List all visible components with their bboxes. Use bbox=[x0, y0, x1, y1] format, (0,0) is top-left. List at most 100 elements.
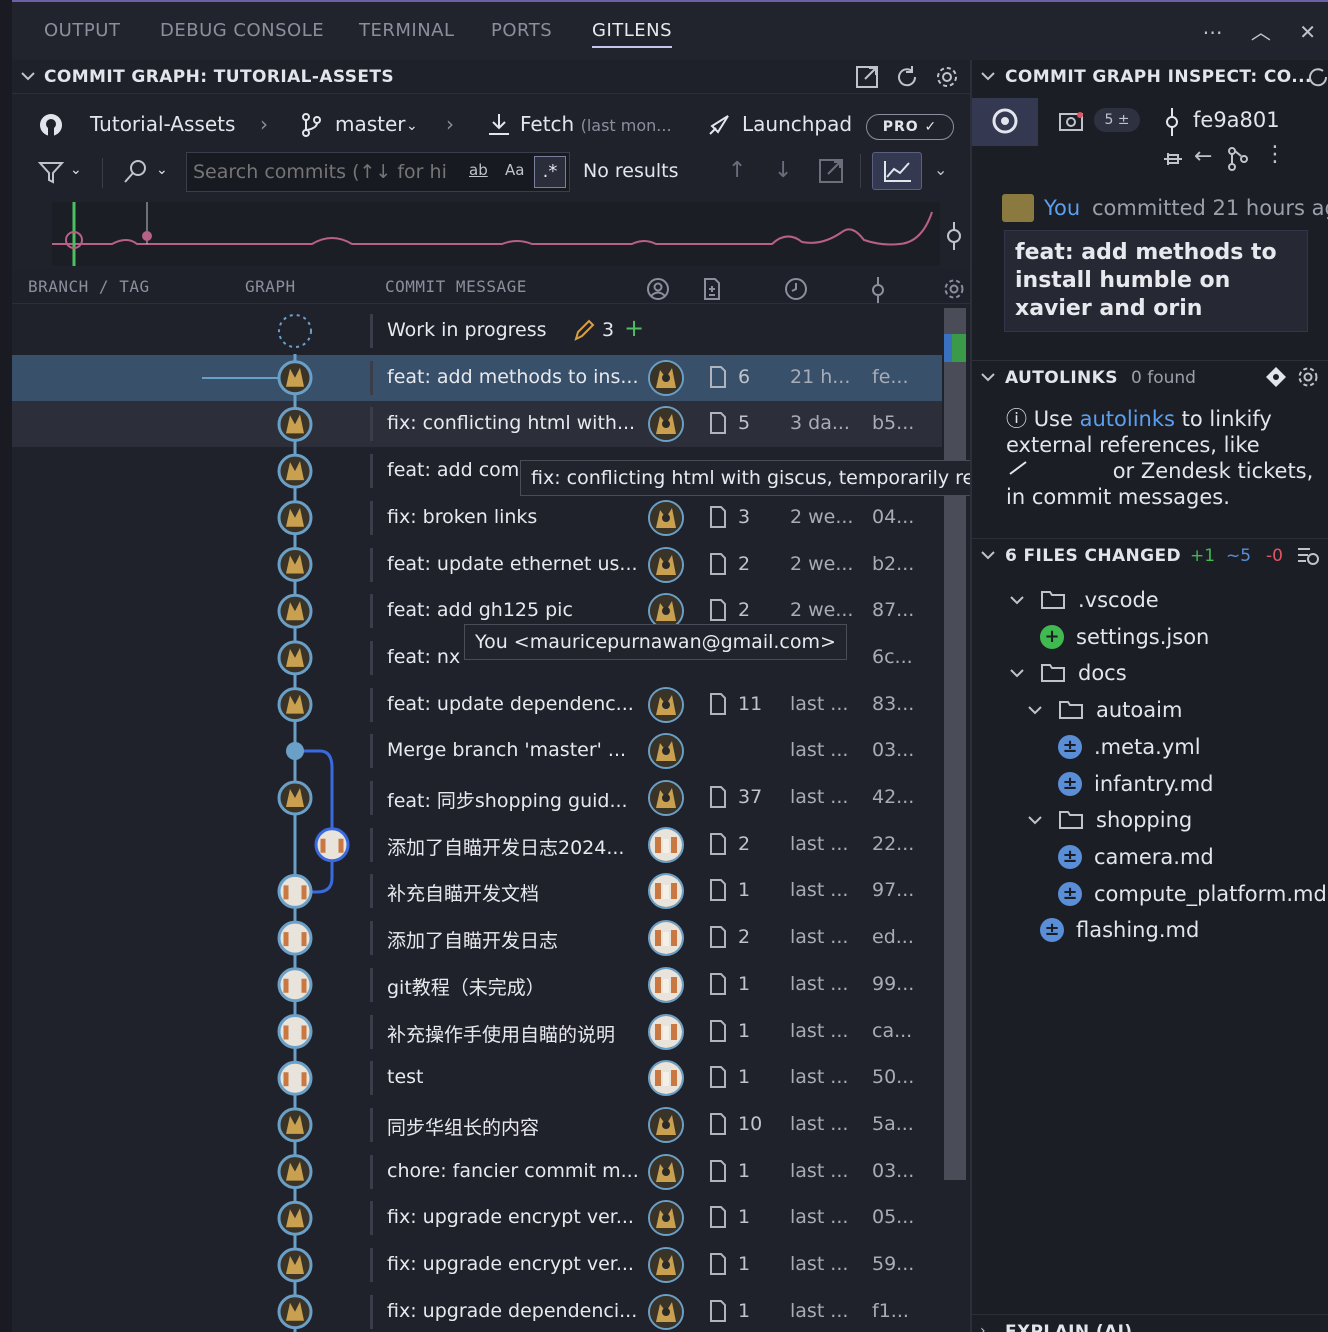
commit-node[interactable] bbox=[277, 593, 313, 629]
folder-chevron-icon[interactable] bbox=[1008, 590, 1026, 614]
minimap-toggle-button[interactable] bbox=[872, 152, 922, 190]
refresh-icon[interactable] bbox=[1306, 64, 1328, 94]
tab-terminal[interactable]: TERMINAL bbox=[359, 20, 455, 41]
branch-selector[interactable]: master bbox=[335, 112, 406, 136]
open-results-icon[interactable] bbox=[818, 158, 844, 190]
author-avatar[interactable] bbox=[648, 359, 684, 396]
commit-node[interactable] bbox=[277, 453, 313, 489]
collapse-chevron-icon[interactable] bbox=[980, 369, 996, 389]
compare-icon[interactable] bbox=[1226, 146, 1250, 176]
folder-chevron-icon[interactable] bbox=[1026, 810, 1044, 834]
branch-dropdown-icon[interactable]: ⌄ bbox=[406, 118, 418, 134]
author-avatar[interactable] bbox=[648, 686, 684, 723]
search-dropdown-icon[interactable]: ⌄ bbox=[156, 162, 168, 178]
search-field[interactable]: ab Aa bbox=[186, 152, 570, 192]
pin-icon[interactable] bbox=[1160, 146, 1186, 176]
match-case-button[interactable]: Aa bbox=[505, 161, 524, 179]
launchpad-button[interactable]: Launchpad bbox=[742, 112, 852, 136]
repo-name[interactable]: Tutorial-Assets bbox=[90, 112, 235, 136]
search-input[interactable] bbox=[193, 159, 457, 185]
author-avatar[interactable] bbox=[648, 780, 684, 816]
maximize-panel-icon[interactable]: ︿ bbox=[1251, 20, 1271, 44]
folder-name[interactable]: autoaim bbox=[1096, 698, 1182, 722]
author-avatar[interactable] bbox=[648, 1106, 684, 1143]
tab-debug-console[interactable]: DEBUG CONSOLE bbox=[160, 20, 324, 41]
tab-output[interactable]: OUTPUT bbox=[44, 20, 120, 41]
author-avatar[interactable] bbox=[648, 1293, 684, 1330]
filter-icon[interactable] bbox=[37, 160, 66, 191]
folder-name[interactable]: shopping bbox=[1096, 808, 1192, 832]
author-avatar[interactable] bbox=[648, 1060, 684, 1097]
commit-node[interactable] bbox=[277, 1154, 313, 1190]
commit-graph-header[interactable]: COMMIT GRAPH: TUTORIAL-ASSETS bbox=[12, 60, 970, 94]
back-arrow-icon[interactable]: ← bbox=[1194, 144, 1212, 169]
files-changed-header[interactable]: 6 FILES CHANGED +1 ~5 -0 bbox=[972, 538, 1328, 572]
sha-column-icon[interactable] bbox=[868, 277, 888, 307]
commit-node[interactable] bbox=[277, 640, 313, 676]
commit-node[interactable] bbox=[277, 1200, 313, 1236]
author-avatar[interactable] bbox=[648, 920, 684, 957]
commit-node[interactable] bbox=[277, 1060, 313, 1096]
more-actions-icon[interactable]: ⋯ bbox=[1203, 20, 1223, 44]
author-avatar[interactable] bbox=[648, 1247, 684, 1283]
folder-chevron-icon[interactable] bbox=[1026, 700, 1044, 724]
pro-badge[interactable]: PRO ✓ bbox=[866, 114, 954, 140]
previous-result-icon[interactable]: ↑ bbox=[728, 158, 746, 183]
commit-minimap[interactable] bbox=[52, 202, 940, 266]
author-avatar[interactable] bbox=[648, 546, 684, 583]
tab-ports[interactable]: PORTS bbox=[491, 20, 552, 41]
collapse-chevron-icon[interactable] bbox=[980, 68, 996, 88]
commit-node[interactable] bbox=[277, 873, 313, 909]
column-settings-gear-icon[interactable] bbox=[942, 277, 966, 305]
search-icon[interactable] bbox=[122, 158, 150, 191]
view-as-list-icon[interactable] bbox=[1296, 544, 1320, 572]
autolinks-settings-icon[interactable] bbox=[1296, 365, 1320, 393]
folder-name[interactable]: docs bbox=[1078, 661, 1127, 685]
match-whole-word-button[interactable]: ab bbox=[469, 161, 488, 179]
autolinks-header[interactable]: AUTOLINKS 0 found bbox=[972, 360, 1328, 394]
commit-node[interactable] bbox=[277, 547, 313, 582]
next-result-icon[interactable]: ↓ bbox=[774, 158, 792, 183]
commit-node[interactable] bbox=[277, 360, 313, 396]
collapse-chevron-icon[interactable] bbox=[20, 68, 36, 88]
filter-dropdown-icon[interactable]: ⌄ bbox=[70, 162, 82, 178]
commit-node[interactable] bbox=[314, 827, 350, 863]
author-avatar[interactable] bbox=[648, 873, 684, 910]
commit-sha[interactable]: fe9a801 bbox=[1193, 108, 1280, 132]
regex-button[interactable]: .* bbox=[534, 156, 566, 188]
open-in-editor-icon[interactable] bbox=[854, 64, 880, 95]
graph-scrollbar[interactable] bbox=[944, 308, 966, 1180]
author-avatar[interactable] bbox=[648, 1200, 684, 1237]
autolinks-link[interactable]: autolinks bbox=[1080, 407, 1175, 431]
commit-node[interactable] bbox=[277, 967, 313, 1003]
file-name[interactable]: settings.json bbox=[1076, 625, 1209, 649]
column-graph[interactable]: GRAPH bbox=[245, 277, 296, 296]
commit-node[interactable] bbox=[277, 687, 313, 723]
folder-chevron-icon[interactable] bbox=[1008, 663, 1026, 687]
file-name[interactable]: compute_platform.md bbox=[1094, 882, 1327, 906]
close-panel-icon[interactable]: ✕ bbox=[1299, 20, 1316, 44]
inspect-tab-commit[interactable] bbox=[972, 98, 1038, 146]
changes-column-icon[interactable] bbox=[702, 277, 722, 305]
column-branch-tag[interactable]: BRANCH / TAG bbox=[28, 277, 150, 296]
collapse-chevron-icon[interactable]: › bbox=[980, 1323, 986, 1332]
more-actions-icon[interactable]: ⋮ bbox=[1264, 142, 1286, 167]
inspect-tab-wip[interactable]: 5 ± bbox=[1048, 98, 1148, 146]
commit-node[interactable] bbox=[277, 1247, 313, 1283]
file-name[interactable]: infantry.md bbox=[1094, 772, 1213, 796]
author-avatar[interactable] bbox=[648, 1013, 684, 1050]
commit-node[interactable] bbox=[277, 1294, 313, 1330]
author-avatar[interactable] bbox=[648, 499, 684, 536]
commit-node[interactable] bbox=[277, 500, 313, 536]
author-avatar[interactable] bbox=[648, 1153, 684, 1190]
folder-name[interactable]: .vscode bbox=[1078, 588, 1159, 612]
author-link[interactable]: You bbox=[1044, 196, 1080, 220]
file-name[interactable]: camera.md bbox=[1094, 845, 1214, 869]
commit-node[interactable] bbox=[277, 1107, 313, 1143]
refresh-icon[interactable] bbox=[894, 64, 920, 95]
minimap-dropdown-icon[interactable]: ⌄ bbox=[934, 160, 947, 179]
settings-gear-icon[interactable] bbox=[934, 64, 960, 95]
column-commit-message[interactable]: COMMIT MESSAGE bbox=[385, 277, 527, 296]
file-name[interactable]: flashing.md bbox=[1076, 918, 1199, 942]
author-avatar[interactable] bbox=[648, 826, 684, 863]
